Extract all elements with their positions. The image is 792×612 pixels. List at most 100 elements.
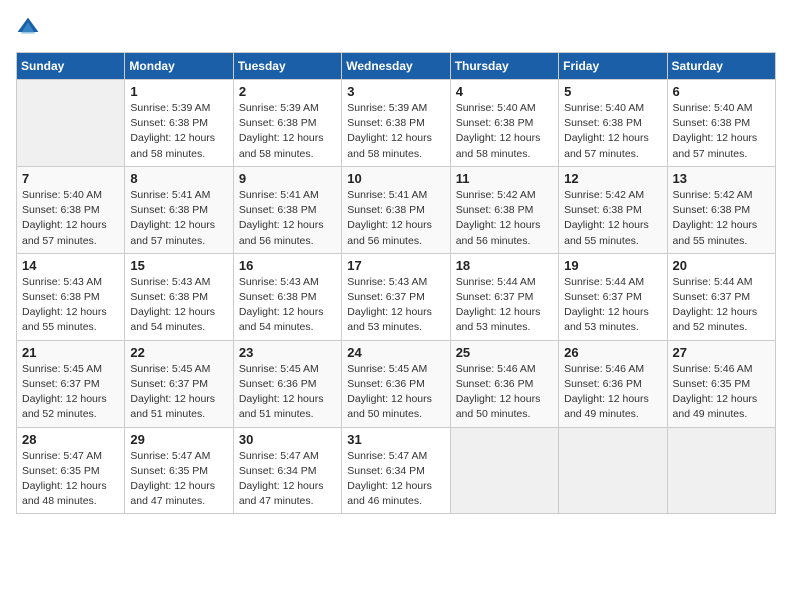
weekday-header-saturday: Saturday xyxy=(667,53,775,80)
calendar-week-row: 1 Sunrise: 5:39 AMSunset: 6:38 PMDaylight… xyxy=(17,80,776,167)
day-number: 3 xyxy=(347,84,444,99)
weekday-header-tuesday: Tuesday xyxy=(233,53,341,80)
day-number: 8 xyxy=(130,171,227,186)
day-info: Sunrise: 5:47 AMSunset: 6:34 PMDaylight:… xyxy=(347,449,444,510)
day-number: 7 xyxy=(22,171,119,186)
day-number: 17 xyxy=(347,258,444,273)
calendar-cell xyxy=(667,427,775,514)
day-info: Sunrise: 5:41 AMSunset: 6:38 PMDaylight:… xyxy=(130,188,227,249)
calendar-cell: 6 Sunrise: 5:40 AMSunset: 6:38 PMDaylight… xyxy=(667,80,775,167)
day-info: Sunrise: 5:43 AMSunset: 6:38 PMDaylight:… xyxy=(239,275,336,336)
calendar-cell: 28 Sunrise: 5:47 AMSunset: 6:35 PMDayligh… xyxy=(17,427,125,514)
day-number: 19 xyxy=(564,258,661,273)
calendar-cell: 13 Sunrise: 5:42 AMSunset: 6:38 PMDayligh… xyxy=(667,166,775,253)
calendar-table: SundayMondayTuesdayWednesdayThursdayFrid… xyxy=(16,52,776,514)
day-info: Sunrise: 5:41 AMSunset: 6:38 PMDaylight:… xyxy=(347,188,444,249)
day-number: 12 xyxy=(564,171,661,186)
calendar-cell xyxy=(559,427,667,514)
calendar-cell: 1 Sunrise: 5:39 AMSunset: 6:38 PMDaylight… xyxy=(125,80,233,167)
day-info: Sunrise: 5:47 AMSunset: 6:34 PMDaylight:… xyxy=(239,449,336,510)
day-number: 1 xyxy=(130,84,227,99)
day-number: 18 xyxy=(456,258,553,273)
day-info: Sunrise: 5:45 AMSunset: 6:37 PMDaylight:… xyxy=(22,362,119,423)
day-number: 30 xyxy=(239,432,336,447)
day-info: Sunrise: 5:45 AMSunset: 6:37 PMDaylight:… xyxy=(130,362,227,423)
day-info: Sunrise: 5:40 AMSunset: 6:38 PMDaylight:… xyxy=(22,188,119,249)
calendar-week-row: 28 Sunrise: 5:47 AMSunset: 6:35 PMDayligh… xyxy=(17,427,776,514)
day-number: 21 xyxy=(22,345,119,360)
calendar-cell: 7 Sunrise: 5:40 AMSunset: 6:38 PMDaylight… xyxy=(17,166,125,253)
logo xyxy=(16,16,44,40)
calendar-cell: 17 Sunrise: 5:43 AMSunset: 6:37 PMDayligh… xyxy=(342,253,450,340)
weekday-header-row: SundayMondayTuesdayWednesdayThursdayFrid… xyxy=(17,53,776,80)
day-info: Sunrise: 5:44 AMSunset: 6:37 PMDaylight:… xyxy=(456,275,553,336)
calendar-cell: 23 Sunrise: 5:45 AMSunset: 6:36 PMDayligh… xyxy=(233,340,341,427)
day-number: 9 xyxy=(239,171,336,186)
day-info: Sunrise: 5:42 AMSunset: 6:38 PMDaylight:… xyxy=(456,188,553,249)
day-number: 20 xyxy=(673,258,770,273)
logo-icon xyxy=(16,16,40,40)
calendar-cell: 15 Sunrise: 5:43 AMSunset: 6:38 PMDayligh… xyxy=(125,253,233,340)
calendar-week-row: 21 Sunrise: 5:45 AMSunset: 6:37 PMDayligh… xyxy=(17,340,776,427)
day-number: 28 xyxy=(22,432,119,447)
day-info: Sunrise: 5:46 AMSunset: 6:36 PMDaylight:… xyxy=(564,362,661,423)
day-info: Sunrise: 5:47 AMSunset: 6:35 PMDaylight:… xyxy=(130,449,227,510)
day-number: 27 xyxy=(673,345,770,360)
weekday-header-monday: Monday xyxy=(125,53,233,80)
day-info: Sunrise: 5:46 AMSunset: 6:36 PMDaylight:… xyxy=(456,362,553,423)
weekday-header-wednesday: Wednesday xyxy=(342,53,450,80)
day-number: 5 xyxy=(564,84,661,99)
day-info: Sunrise: 5:44 AMSunset: 6:37 PMDaylight:… xyxy=(673,275,770,336)
calendar-cell: 4Sunrise: 5:40 AMSunset: 6:38 PMDaylight… xyxy=(450,80,558,167)
calendar-cell: 18 Sunrise: 5:44 AMSunset: 6:37 PMDayligh… xyxy=(450,253,558,340)
day-info: Sunrise: 5:42 AMSunset: 6:38 PMDaylight:… xyxy=(673,188,770,249)
calendar-cell: 10 Sunrise: 5:41 AMSunset: 6:38 PMDayligh… xyxy=(342,166,450,253)
day-number: 25 xyxy=(456,345,553,360)
day-info: Sunrise: 5:45 AMSunset: 6:36 PMDaylight:… xyxy=(347,362,444,423)
calendar-cell: 29Sunrise: 5:47 AMSunset: 6:35 PMDayligh… xyxy=(125,427,233,514)
calendar-cell: 12 Sunrise: 5:42 AMSunset: 6:38 PMDayligh… xyxy=(559,166,667,253)
day-info: Sunrise: 5:40 AMSunset: 6:38 PMDaylight:… xyxy=(456,101,553,162)
day-number: 24 xyxy=(347,345,444,360)
day-info: Sunrise: 5:44 AMSunset: 6:37 PMDaylight:… xyxy=(564,275,661,336)
day-info: Sunrise: 5:43 AMSunset: 6:38 PMDaylight:… xyxy=(130,275,227,336)
calendar-cell xyxy=(450,427,558,514)
calendar-cell: 3 Sunrise: 5:39 AMSunset: 6:38 PMDaylight… xyxy=(342,80,450,167)
weekday-header-thursday: Thursday xyxy=(450,53,558,80)
day-number: 31 xyxy=(347,432,444,447)
day-info: Sunrise: 5:39 AMSunset: 6:38 PMDaylight:… xyxy=(347,101,444,162)
day-info: Sunrise: 5:41 AMSunset: 6:38 PMDaylight:… xyxy=(239,188,336,249)
weekday-header-friday: Friday xyxy=(559,53,667,80)
day-number: 23 xyxy=(239,345,336,360)
calendar-cell: 16 Sunrise: 5:43 AMSunset: 6:38 PMDayligh… xyxy=(233,253,341,340)
calendar-week-row: 14Sunrise: 5:43 AMSunset: 6:38 PMDayligh… xyxy=(17,253,776,340)
calendar-cell: 21 Sunrise: 5:45 AMSunset: 6:37 PMDayligh… xyxy=(17,340,125,427)
calendar-cell: 20 Sunrise: 5:44 AMSunset: 6:37 PMDayligh… xyxy=(667,253,775,340)
day-number: 16 xyxy=(239,258,336,273)
day-info: Sunrise: 5:42 AMSunset: 6:38 PMDaylight:… xyxy=(564,188,661,249)
calendar-cell: 30 Sunrise: 5:47 AMSunset: 6:34 PMDayligh… xyxy=(233,427,341,514)
calendar-cell: 9 Sunrise: 5:41 AMSunset: 6:38 PMDaylight… xyxy=(233,166,341,253)
calendar-cell xyxy=(17,80,125,167)
day-number: 13 xyxy=(673,171,770,186)
day-info: Sunrise: 5:40 AMSunset: 6:38 PMDaylight:… xyxy=(564,101,661,162)
calendar-week-row: 7 Sunrise: 5:40 AMSunset: 6:38 PMDaylight… xyxy=(17,166,776,253)
day-number: 6 xyxy=(673,84,770,99)
day-number: 10 xyxy=(347,171,444,186)
day-number: 22 xyxy=(130,345,227,360)
calendar-cell: 31 Sunrise: 5:47 AMSunset: 6:34 PMDayligh… xyxy=(342,427,450,514)
day-info: Sunrise: 5:43 AMSunset: 6:37 PMDaylight:… xyxy=(347,275,444,336)
calendar-cell: 19 Sunrise: 5:44 AMSunset: 6:37 PMDayligh… xyxy=(559,253,667,340)
day-info: Sunrise: 5:45 AMSunset: 6:36 PMDaylight:… xyxy=(239,362,336,423)
day-info: Sunrise: 5:47 AMSunset: 6:35 PMDaylight:… xyxy=(22,449,119,510)
calendar-cell: 5 Sunrise: 5:40 AMSunset: 6:38 PMDaylight… xyxy=(559,80,667,167)
calendar-cell: 22 Sunrise: 5:45 AMSunset: 6:37 PMDayligh… xyxy=(125,340,233,427)
page-header xyxy=(16,16,776,40)
calendar-cell: 24 Sunrise: 5:45 AMSunset: 6:36 PMDayligh… xyxy=(342,340,450,427)
calendar-cell: 27Sunrise: 5:46 AMSunset: 6:35 PMDayligh… xyxy=(667,340,775,427)
calendar-cell: 25 Sunrise: 5:46 AMSunset: 6:36 PMDayligh… xyxy=(450,340,558,427)
calendar-cell: 8 Sunrise: 5:41 AMSunset: 6:38 PMDaylight… xyxy=(125,166,233,253)
day-info: Sunrise: 5:39 AMSunset: 6:38 PMDaylight:… xyxy=(130,101,227,162)
day-info: Sunrise: 5:40 AMSunset: 6:38 PMDaylight:… xyxy=(673,101,770,162)
day-number: 15 xyxy=(130,258,227,273)
